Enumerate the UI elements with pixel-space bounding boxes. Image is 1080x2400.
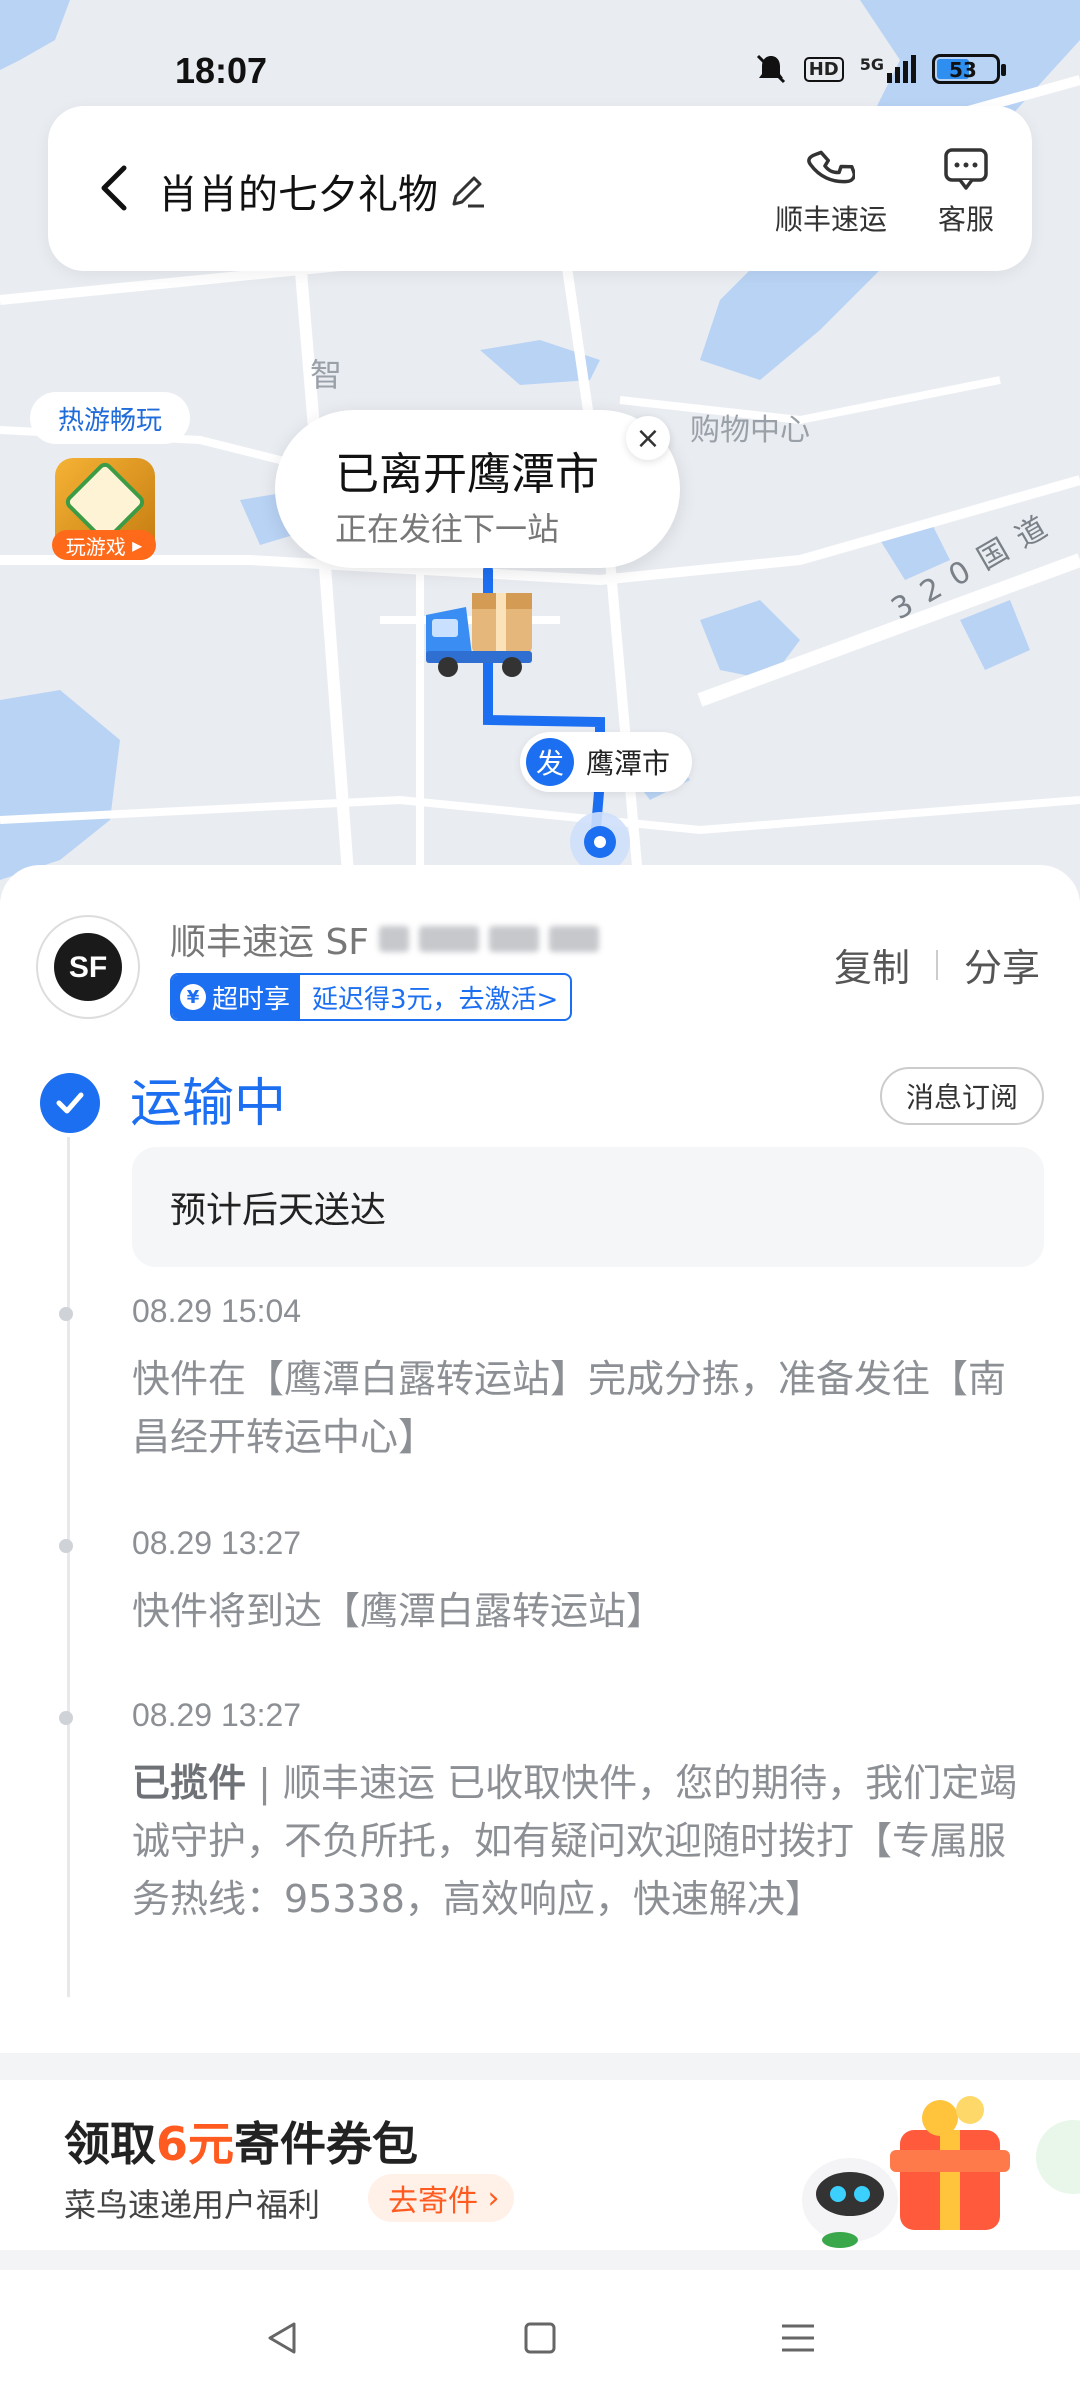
square-home-icon [524, 2322, 556, 2354]
event-description: 快件将到达【鹰潭白露转运站】 [132, 1589, 665, 1633]
coupon-banner[interactable]: 领取6元寄件券包 菜鸟速递用户福利 去寄件 › [0, 2080, 1080, 2250]
bubble-title: 已离开鹰潭市 [335, 449, 599, 500]
event-time: 08.29 15:04 [132, 1293, 302, 1329]
timeline-event: 08.29 15:04 快件在【鹰潭白露转运站】完成分拣，准备发往【南昌经开转运… [59, 1293, 1032, 1466]
map-label-shopping: 购物中心 [690, 413, 810, 448]
chat-icon [944, 148, 988, 190]
coupon-title: 领取6元寄件券包 [64, 2117, 419, 2171]
floating-assistant-button[interactable] [1036, 2120, 1080, 2194]
copy-button[interactable]: 复制 [834, 937, 910, 992]
courier-name: 顺丰速运 SF [170, 922, 370, 963]
call-courier-label: 顺丰速运 [774, 203, 887, 236]
signal-icon: 5G [860, 55, 916, 83]
event-description: 已揽件 | 顺丰速运 已收取快件，您的期待，我们定竭诚守护，不负所托，如有疑问欢… [132, 1761, 1018, 1921]
tracking-number: 顺丰速运 SF [170, 913, 600, 965]
event-status-bold: 已揽件 [132, 1761, 247, 1805]
gift-mascot-icon [802, 2096, 1010, 2248]
map-label-zhi: 智 [310, 356, 343, 394]
delay-compensation-text: 延迟得3元，去激活> [312, 984, 559, 1015]
origin-badge: 发 [526, 738, 574, 786]
coupon-subtitle: 菜鸟速递用户福利 [64, 2186, 321, 2224]
timeline-event: 08.29 13:27 快件将到达【鹰潭白露转运站】 [59, 1525, 1032, 1640]
timeline-dot [59, 1711, 73, 1725]
timeline-event: 08.29 13:27 已揽件 | 顺丰速运 已收取快件，您的期待，我们定竭诚守… [59, 1697, 1032, 1928]
timeline-dot [59, 1307, 73, 1321]
status-bubble: 已离开鹰潭市 正在发往下一站 × [275, 410, 680, 568]
promo-badge[interactable]: 热游畅玩 [30, 392, 190, 444]
check-icon [40, 1073, 100, 1133]
triangle-back-icon [268, 2322, 296, 2354]
edit-icon[interactable] [448, 172, 486, 210]
timeline-line [67, 1137, 70, 1997]
bubble-subtitle: 正在发往下一站 [335, 510, 560, 548]
event-description: 快件在【鹰潭白露转运站】完成分拣，准备发往【南昌经开转运中心】 [132, 1357, 1007, 1459]
sf-express-logo: SF [36, 915, 140, 1019]
customer-service-button[interactable]: 客服 [926, 144, 1006, 238]
eta-box: 预计后天送达 [132, 1147, 1044, 1267]
timeline-dot [59, 1539, 73, 1553]
status-bar: 18:07 HD 5G 53 [0, 0, 1080, 110]
origin-marker[interactable]: 发 鹰潭市 [520, 732, 693, 792]
play-game-button[interactable]: 玩游戏 ▸ [52, 530, 156, 560]
nav-home-button[interactable] [510, 2308, 570, 2368]
delivery-truck-icon [426, 593, 532, 677]
header-card: 肖肖的七夕礼物 顺丰速运 客服 [48, 106, 1032, 271]
mute-bell-icon [756, 54, 785, 84]
shipment-status: 运输中 [130, 1074, 287, 1134]
title-group[interactable]: 肖肖的七夕礼物 [158, 162, 486, 220]
send-package-button[interactable]: 去寄件 › [368, 2174, 514, 2222]
status-icons: HD 5G 53 [754, 52, 1006, 86]
battery-icon: 53 [932, 54, 1006, 84]
subscribe-button[interactable]: 消息订阅 [879, 1067, 1044, 1125]
chevron-left-icon [101, 165, 127, 211]
delay-compensation-tag[interactable]: ¥ 超时享 延迟得3元，去激活> [170, 973, 573, 1021]
event-time: 08.29 13:27 [132, 1697, 302, 1733]
origin-city: 鹰潭市 [586, 747, 671, 780]
phone-icon [807, 150, 855, 184]
share-button[interactable]: 分享 [964, 937, 1040, 992]
page-title: 肖肖的七夕礼物 [158, 172, 438, 218]
status-time: 18:07 [175, 50, 268, 91]
eta-text: 预计后天送达 [170, 1190, 387, 1231]
sheet-actions: 复制 分享 [834, 937, 1040, 992]
close-icon[interactable]: × [626, 416, 670, 460]
nav-menu-button[interactable] [768, 2308, 828, 2368]
event-time: 08.29 13:27 [132, 1525, 302, 1561]
shipment-sheet: SF 顺丰速运 SF ¥ 超时享 延迟得3元，去激活> 复制 分享 运输中 消息订… [0, 865, 1080, 2053]
svg-text:SF: SF [69, 951, 107, 984]
system-nav-bar [0, 2270, 1080, 2400]
menu-lines-icon [782, 2324, 814, 2352]
yen-icon: ¥ [180, 984, 206, 1010]
customer-service-label: 客服 [937, 203, 994, 236]
nav-back-button[interactable] [252, 2308, 312, 2368]
call-courier-button[interactable]: 顺丰速运 [766, 144, 896, 238]
back-button[interactable] [90, 158, 140, 218]
hd-icon: HD [803, 56, 844, 82]
